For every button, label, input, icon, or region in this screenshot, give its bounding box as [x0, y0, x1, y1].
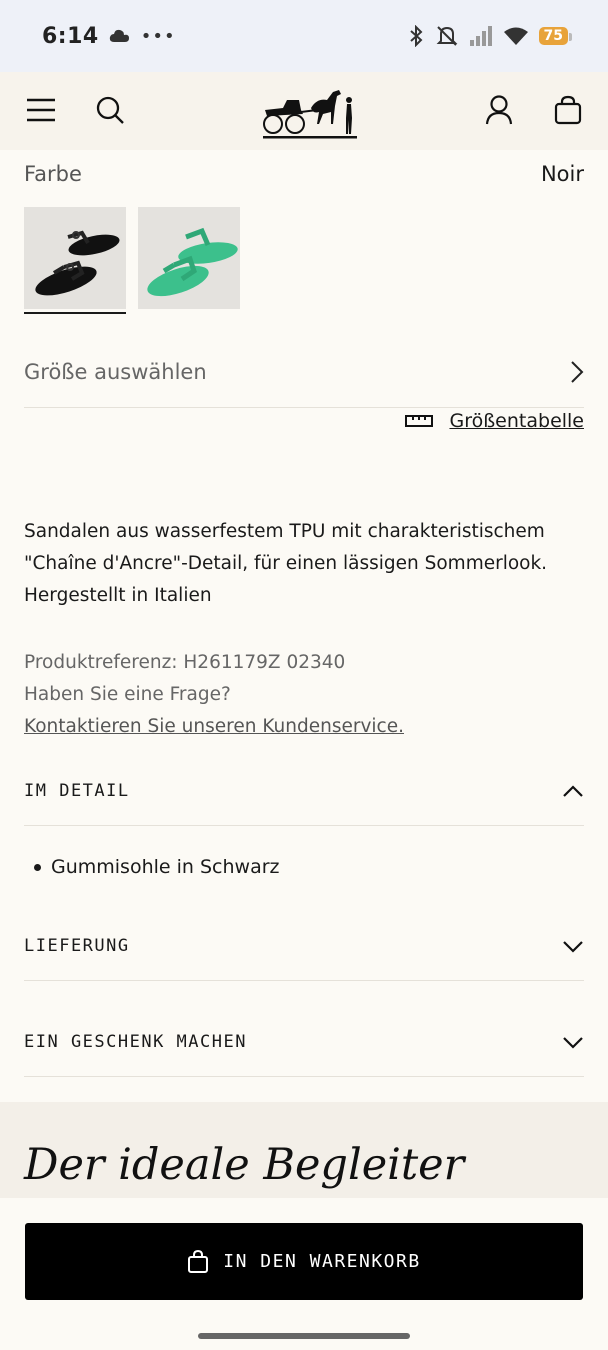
size-table-link[interactable]: Größentabelle	[405, 410, 584, 432]
accordion-detail[interactable]: IM DETAIL	[24, 756, 584, 826]
color-swatch-green[interactable]	[138, 207, 240, 309]
shopping-bag-icon[interactable]	[551, 93, 585, 127]
more-notifications-icon: •••	[140, 25, 176, 47]
status-bar: 6:14 ••• 75	[0, 0, 608, 72]
color-row: Farbe Noir	[24, 162, 584, 186]
add-to-cart-label: IN DEN WARENKORB	[223, 1251, 421, 1272]
search-icon[interactable]	[93, 93, 127, 127]
customer-service-link[interactable]: Kontaktieren Sie unseren Kundenservice.	[24, 716, 404, 737]
color-value: Noir	[540, 162, 584, 186]
cloud-icon	[109, 29, 129, 42]
carriage-logo-icon[interactable]	[261, 84, 359, 140]
wifi-icon	[503, 27, 528, 45]
app-header	[0, 72, 608, 150]
shopping-bag-icon	[188, 1249, 209, 1273]
accordion-gift[interactable]: EIN GESCHENK MACHEN	[24, 1007, 584, 1077]
menu-icon[interactable]	[24, 93, 58, 127]
add-to-cart-button[interactable]: IN DEN WARENKORB	[25, 1223, 583, 1300]
status-time: 6:14	[42, 23, 99, 49]
signal-icon	[469, 26, 492, 46]
bullet-dot	[34, 863, 41, 871]
chevron-down-icon	[563, 1036, 583, 1049]
question-text: Haben Sie eine Frage?	[24, 684, 231, 705]
detail-list-item: Gummisohle in Schwarz	[34, 856, 280, 878]
color-swatch-noir[interactable]	[24, 207, 126, 309]
accordion-detail-title: IM DETAIL	[24, 780, 130, 801]
account-icon[interactable]	[482, 93, 516, 127]
chevron-right-icon	[571, 360, 584, 383]
accordion-gift-title: EIN GESCHENK MACHEN	[24, 1031, 247, 1052]
battery-indicator: 75	[538, 27, 573, 45]
color-label: Farbe	[24, 162, 82, 186]
size-table-label[interactable]: Größentabelle	[449, 410, 584, 432]
accordion-delivery[interactable]: LIEFERUNG	[24, 911, 584, 981]
accordion-delivery-title: LIEFERUNG	[24, 935, 130, 956]
product-description: Sandalen aus wasserfestem TPU mit charak…	[24, 516, 584, 612]
companion-title: Der ideale Begleiter	[24, 1140, 465, 1190]
detail-item-text: Gummisohle in Schwarz	[51, 856, 280, 878]
home-indicator[interactable]	[198, 1333, 410, 1339]
bluetooth-icon	[409, 25, 422, 47]
description-line: Sandalen aus wasserfestem TPU mit charak…	[24, 521, 545, 542]
product-reference: Produktreferenz: H261179Z 02340	[24, 652, 346, 673]
size-selector[interactable]: Größe auswählen	[24, 336, 584, 408]
description-line: Hergestellt in Italien	[24, 585, 212, 606]
mute-bell-icon	[436, 26, 457, 46]
chevron-down-icon	[563, 940, 583, 953]
ruler-icon	[405, 415, 434, 427]
chevron-up-icon	[563, 784, 583, 797]
description-line: "Chaîne d'Ancre"-Detail, für einen lässi…	[24, 553, 548, 574]
size-selector-label: Größe auswählen	[24, 359, 207, 384]
selected-swatch-indicator	[24, 312, 126, 314]
